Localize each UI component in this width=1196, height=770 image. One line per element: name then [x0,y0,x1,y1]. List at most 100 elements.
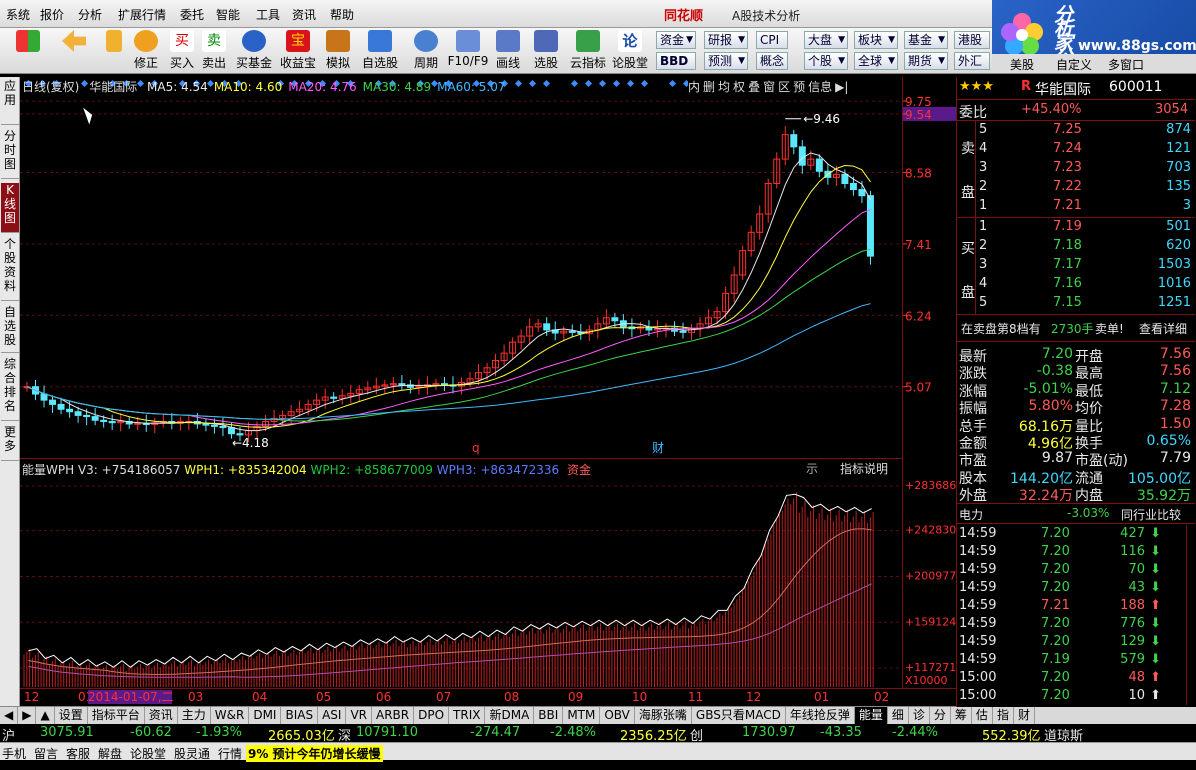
status-forum[interactable]: 论股堂 [130,745,166,762]
grid-button[interactable] [12,30,44,54]
back-button[interactable] [58,30,90,54]
indicator-tab[interactable]: TRIX [449,707,486,724]
indicator-tab[interactable]: 主力 [178,707,211,724]
tab-intraday[interactable]: 分时图 [1,129,19,179]
menu-help[interactable]: 帮助 [330,6,354,23]
kline-tool-0[interactable]: 内 [688,78,700,95]
custom-button[interactable]: 自定义 [1056,56,1092,73]
indicator-tab[interactable]: 指标平台 [88,707,145,724]
cpi-button[interactable]: CPI [756,31,788,49]
scroll-arrow-icon[interactable]: ▲ [36,707,55,724]
indicator-tab[interactable]: MTM [563,707,601,724]
kline-tool-1[interactable]: 删 [703,78,715,95]
fund-button[interactable]: 基金 ▼ [904,31,948,49]
view-detail-link[interactable]: 查看详细 [1139,320,1187,337]
menu-smart[interactable]: 智能 [216,6,240,23]
status-service[interactable]: 客服 [66,745,90,762]
status-quote[interactable]: 行情 [218,745,242,762]
kline-period-label[interactable]: 日线(复权) [22,80,79,94]
indicator-tab[interactable]: 指 [993,707,1014,724]
sell-button[interactable]: 卖卖出 [198,30,230,71]
indicator-tab[interactable]: W&R [211,707,250,724]
capital-button[interactable]: 资金 ▼ [656,31,696,49]
f10-button[interactable]: F10/F9 [448,30,488,68]
indicator-tab[interactable]: BIAS [281,707,319,724]
indicator-tab[interactable]: DPO [414,707,450,724]
sector-name[interactable]: 电力 [959,506,983,523]
forum-button[interactable]: 论论股堂 [612,30,648,71]
indicator-tab[interactable]: 诊 [909,707,930,724]
tab-profile[interactable]: 个股资料 [1,237,19,301]
menu-ext-quote[interactable]: 扩展行情 [118,6,166,23]
earn-button[interactable]: 宝收益宝 [280,30,316,71]
industry-compare-link[interactable]: 同行业比较 [1121,506,1181,523]
indicator-tab[interactable]: 筹 [951,707,972,724]
bbd-button[interactable]: BBD [656,52,696,70]
menu-order[interactable]: 委托 [180,6,204,23]
status-message[interactable]: 留言 [34,745,58,762]
futures-button[interactable]: 期货 ▼ [904,52,948,70]
kline-tool-4[interactable]: 叠 [748,78,760,95]
indicator-tab[interactable]: ASI [318,707,347,724]
indicator-tab[interactable]: 设置 [55,707,88,724]
indicator-tab[interactable]: 细 [888,707,909,724]
indicator-tab[interactable]: OBV [600,707,635,724]
updown-button[interactable] [98,30,130,54]
market-button[interactable]: 大盘 ▼ [804,31,848,49]
tab-more[interactable]: 更多 [1,425,19,461]
cloud-indicator-button[interactable]: 云指标 [570,30,606,71]
status-analysis[interactable]: 解盘 [98,745,122,762]
tab-kline[interactable]: K线图 [1,183,19,233]
research-button[interactable]: 研报 ▼ [704,31,748,49]
menu-tools[interactable]: 工具 [256,6,280,23]
indicator-chart[interactable] [20,458,902,688]
buy-fund-button[interactable]: 买基金 [236,30,272,71]
tab-ranking[interactable]: 综合排名 [1,357,19,421]
indicator-tab[interactable]: ARBR [372,707,415,724]
indicator-tab[interactable]: VR [346,707,372,724]
menu-news[interactable]: 资讯 [292,6,316,23]
indicator-tab[interactable]: GBS只看MACD [692,707,786,724]
indicator-tab[interactable]: 估 [972,707,993,724]
stock-picker-button[interactable]: 选股 [530,30,562,71]
menu-quote[interactable]: 报价 [40,6,64,23]
indicator-tab[interactable]: 年线抢反弹 [786,707,855,724]
global-button[interactable]: 全球 ▼ [854,52,898,70]
menu-analysis[interactable]: 分析 [78,6,102,23]
status-news[interactable]: 9% 预计今年仍增长缓慢 [246,745,383,762]
kline-tool-6[interactable]: 区 [778,78,790,95]
indicator-tab[interactable]: DMI [249,707,282,724]
indicator-tab[interactable]: 海豚张嘴 [635,707,692,724]
indicator-tab[interactable]: BBI [534,707,564,724]
watchlist-button[interactable]: 自选股 [362,30,398,71]
indicator-help[interactable]: 示指标说明 [806,460,888,477]
forecast-button[interactable]: 预测 ▼ [704,52,748,70]
scroll-arrow-icon[interactable]: ▶ [18,707,37,724]
indicator-tab[interactable]: 资讯 [145,707,178,724]
status-gulingtong[interactable]: 股灵通 [174,745,210,762]
stock-button[interactable]: 个股 ▼ [804,52,848,70]
kline-chart[interactable]: ←9.46 ←4.18 q 财 [20,77,902,458]
kline-tool-3[interactable]: 权 [733,78,745,95]
indicator-tab[interactable]: 新DMA [485,707,535,724]
kline-tool-7[interactable]: 预 [793,78,805,95]
tab-watchlist[interactable]: 自选股 [1,305,19,353]
scroll-arrow-icon[interactable]: ◀ [0,707,19,724]
hk-button[interactable]: 港股 [954,31,990,49]
kline-tool-5[interactable]: 窗 [763,78,775,95]
period-button[interactable]: 周期 [410,30,442,71]
kline-tool-2[interactable]: 均 [718,78,730,95]
multi-window-button[interactable]: 多窗口 [1108,56,1144,73]
kline-tool-8[interactable]: 信息 [808,78,832,95]
sector-button[interactable]: 板块 ▼ [854,31,898,49]
us-stock-button[interactable]: 美股 [1010,56,1034,73]
expand-icon[interactable]: ▶| [835,80,848,94]
menu-system[interactable]: 系统 [6,6,30,23]
indicator-tab[interactable]: 财 [1014,707,1035,724]
indicator-tab[interactable]: 分 [930,707,951,724]
concept-button[interactable]: 概念 [756,52,788,70]
indicator-tab[interactable]: 能量 [854,707,888,724]
status-mobile[interactable]: 手机 [2,745,26,762]
simulate-button[interactable]: 模拟 [322,30,354,71]
tab-apps[interactable]: 应用 [1,79,19,125]
